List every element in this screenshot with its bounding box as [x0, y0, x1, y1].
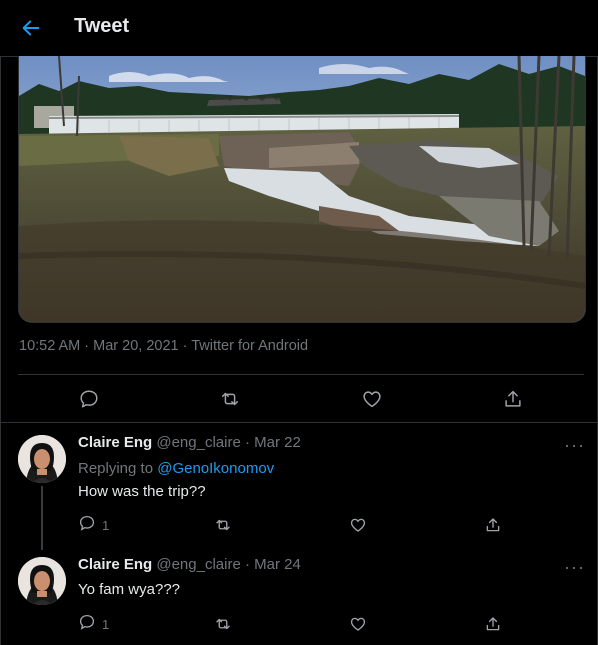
reply-icon [78, 613, 96, 636]
share-icon[interactable] [484, 514, 502, 536]
thread-line [41, 486, 43, 550]
like-icon[interactable] [358, 385, 386, 413]
more-icon[interactable]: ··· [564, 436, 584, 458]
more-icon[interactable]: ··· [564, 558, 584, 580]
share-icon[interactable] [484, 613, 502, 635]
divider [18, 374, 584, 375]
like-icon[interactable] [349, 613, 367, 635]
reply-action-bar: 1 [78, 613, 518, 635]
reply-count: 1 [102, 616, 110, 632]
retweet-icon[interactable] [216, 385, 244, 413]
replying-to: Replying to @GenoIkonomov [78, 460, 274, 477]
retweet-icon[interactable] [214, 514, 232, 536]
reply-action-bar: 1 [78, 514, 518, 536]
reply-button[interactable]: 1 [78, 613, 109, 635]
like-icon[interactable] [349, 514, 367, 536]
tweet-action-bar [18, 385, 584, 413]
author-handle[interactable]: @eng_claire [156, 556, 240, 573]
divider [0, 422, 598, 423]
reply-text: Yo fam wya??? [78, 581, 181, 598]
avatar[interactable] [18, 557, 66, 605]
retweet-icon[interactable] [214, 613, 232, 635]
author-handle[interactable]: @eng_claire [156, 434, 240, 451]
mention-link[interactable]: @GenoIkonomov [157, 460, 274, 477]
replying-label: Replying to [78, 460, 154, 477]
reply-button[interactable]: 1 [78, 514, 109, 536]
avatar[interactable] [18, 435, 66, 483]
reply-icon[interactable] [75, 385, 103, 413]
reply-count: 1 [102, 517, 110, 533]
tweet-timestamp: 10:52 AM · Mar 20, 2021 · Twitter for An… [19, 338, 309, 354]
reply-text: How was the trip?? [78, 483, 206, 500]
reply-date[interactable]: · Mar 22 [245, 434, 301, 451]
tweet-photo[interactable] [18, 56, 586, 323]
page-title: Tweet [74, 15, 130, 37]
header: Tweet [0, 0, 598, 57]
reply-icon [78, 514, 96, 537]
author-name[interactable]: Claire Eng [78, 556, 152, 573]
author-name[interactable]: Claire Eng [78, 434, 152, 451]
reply-header: Claire Eng @eng_claire · Mar 24 [78, 556, 301, 573]
back-arrow-icon[interactable] [20, 17, 42, 39]
reply-date[interactable]: · Mar 24 [245, 556, 301, 573]
reply-header: Claire Eng @eng_claire · Mar 22 [78, 434, 301, 451]
share-icon[interactable] [499, 385, 527, 413]
